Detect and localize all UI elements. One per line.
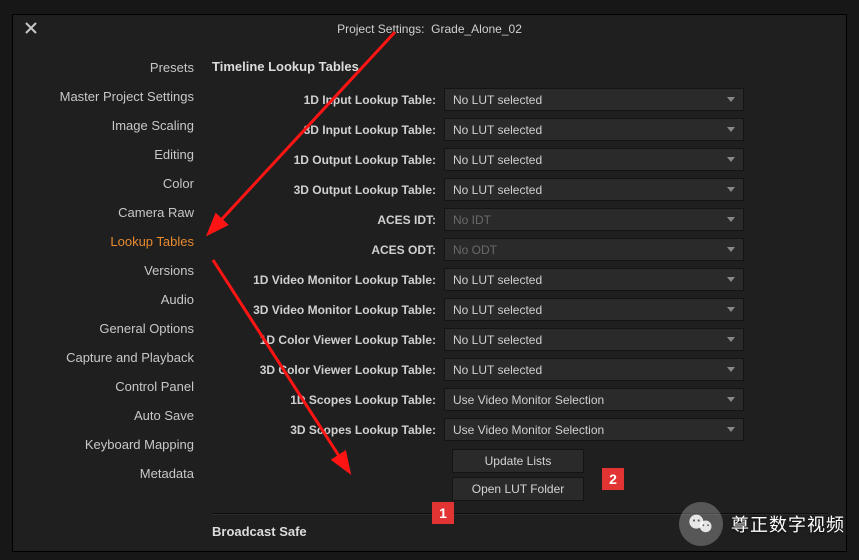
dropdown-value: Use Video Monitor Selection — [453, 423, 604, 437]
lut-row: 1D Color Viewer Lookup Table: No LUT sele… — [212, 328, 828, 351]
row-label: 3D Scopes Lookup Table: — [212, 423, 444, 437]
annotation-badge-2: 2 — [602, 468, 624, 490]
lut-row: ACES IDT: No IDT — [212, 208, 828, 231]
lut-dropdown[interactable]: No LUT selected — [444, 328, 744, 351]
sidebar-item-auto-save[interactable]: Auto Save — [13, 401, 208, 430]
lut-row: 3D Input Lookup Table: No LUT selected — [212, 118, 828, 141]
lut-row: 1D Scopes Lookup Table: Use Video Monitor… — [212, 388, 828, 411]
sidebar-item-metadata[interactable]: Metadata — [13, 459, 208, 488]
sidebar-item-color[interactable]: Color — [13, 169, 208, 198]
dropdown-value: No LUT selected — [453, 93, 542, 107]
row-label: 1D Color Viewer Lookup Table: — [212, 333, 444, 347]
sidebar-item-control-panel[interactable]: Control Panel — [13, 372, 208, 401]
chevron-down-icon — [727, 217, 735, 222]
chevron-down-icon — [727, 427, 735, 432]
sidebar-item-general-options[interactable]: General Options — [13, 314, 208, 343]
chevron-down-icon — [727, 367, 735, 372]
row-label: 3D Video Monitor Lookup Table: — [212, 303, 444, 317]
chevron-down-icon — [727, 127, 735, 132]
chevron-down-icon — [727, 397, 735, 402]
row-label: 1D Video Monitor Lookup Table: — [212, 273, 444, 287]
dropdown-value: No LUT selected — [453, 303, 542, 317]
chevron-down-icon — [727, 187, 735, 192]
dropdown-value: No LUT selected — [453, 363, 542, 377]
dropdown-value: No LUT selected — [453, 153, 542, 167]
row-label: ACES IDT: — [212, 213, 444, 227]
close-icon[interactable] — [23, 20, 39, 36]
lut-dropdown[interactable]: No LUT selected — [444, 178, 744, 201]
chevron-down-icon — [727, 247, 735, 252]
row-label: 3D Color Viewer Lookup Table: — [212, 363, 444, 377]
lut-dropdown[interactable]: No LUT selected — [444, 88, 744, 111]
sidebar-item-lookup-tables[interactable]: Lookup Tables — [13, 227, 208, 256]
dropdown-value: No IDT — [453, 213, 491, 227]
dropdown-value: No LUT selected — [453, 273, 542, 287]
dropdown-value: No LUT selected — [453, 333, 542, 347]
watermark-text: 尊正数字视频 — [731, 511, 845, 537]
chevron-down-icon — [727, 337, 735, 342]
lut-row: ACES ODT: No ODT — [212, 238, 828, 261]
project-settings-window: Project Settings: Grade_Alone_02 Presets… — [12, 14, 847, 552]
row-label: 3D Input Lookup Table: — [212, 123, 444, 137]
sidebar-item-camera-raw[interactable]: Camera Raw — [13, 198, 208, 227]
lut-dropdown[interactable]: No LUT selected — [444, 358, 744, 381]
lut-dropdown[interactable]: Use Video Monitor Selection — [444, 418, 744, 441]
row-label: 1D Scopes Lookup Table: — [212, 393, 444, 407]
lut-dropdown[interactable]: No LUT selected — [444, 298, 744, 321]
watermark: 尊正数字视频 — [679, 502, 845, 546]
lut-row: 3D Color Viewer Lookup Table: No LUT sele… — [212, 358, 828, 381]
sidebar-item-keyboard-mapping[interactable]: Keyboard Mapping — [13, 430, 208, 459]
chevron-down-icon — [727, 277, 735, 282]
dropdown-value: No LUT selected — [453, 123, 542, 137]
sidebar-item-audio[interactable]: Audio — [13, 285, 208, 314]
lut-row: 3D Scopes Lookup Table: Use Video Monitor… — [212, 418, 828, 441]
row-label: ACES ODT: — [212, 243, 444, 257]
update-lists-button[interactable]: Update Lists — [452, 449, 584, 473]
chevron-down-icon — [727, 157, 735, 162]
content-panel: Timeline Lookup Tables 1D Input Lookup T… — [208, 43, 846, 551]
wechat-icon — [679, 502, 723, 546]
lut-dropdown[interactable]: No LUT selected — [444, 118, 744, 141]
sidebar-item-versions[interactable]: Versions — [13, 256, 208, 285]
row-label: 3D Output Lookup Table: — [212, 183, 444, 197]
lut-dropdown[interactable]: No LUT selected — [444, 268, 744, 291]
open-lut-folder-button[interactable]: Open LUT Folder — [452, 477, 584, 501]
lut-dropdown[interactable]: No LUT selected — [444, 148, 744, 171]
sidebar-item-capture-and-playback[interactable]: Capture and Playback — [13, 343, 208, 372]
row-label: 1D Output Lookup Table: — [212, 153, 444, 167]
lut-row: 3D Video Monitor Lookup Table: No LUT sel… — [212, 298, 828, 321]
sidebar-item-presets[interactable]: Presets — [13, 53, 208, 82]
dropdown-value: No LUT selected — [453, 183, 542, 197]
dropdown-value: No ODT — [453, 243, 497, 257]
sidebar-item-master-project-settings[interactable]: Master Project Settings — [13, 82, 208, 111]
row-label: 1D Input Lookup Table: — [212, 93, 444, 107]
project-name: Grade_Alone_02 — [431, 22, 522, 36]
lut-row: 1D Input Lookup Table: No LUT selected — [212, 88, 828, 111]
lut-dropdown: No ODT — [444, 238, 744, 261]
lut-row: 1D Output Lookup Table: No LUT selected — [212, 148, 828, 171]
chevron-down-icon — [727, 97, 735, 102]
section-title-timeline-lut: Timeline Lookup Tables — [212, 59, 828, 74]
lut-dropdown: No IDT — [444, 208, 744, 231]
chevron-down-icon — [727, 307, 735, 312]
sidebar-item-editing[interactable]: Editing — [13, 140, 208, 169]
sidebar-item-image-scaling[interactable]: Image Scaling — [13, 111, 208, 140]
lut-row: 3D Output Lookup Table: No LUT selected — [212, 178, 828, 201]
dropdown-value: Use Video Monitor Selection — [453, 393, 604, 407]
titlebar: Project Settings: Grade_Alone_02 — [13, 15, 846, 43]
lut-row: 1D Video Monitor Lookup Table: No LUT sel… — [212, 268, 828, 291]
title-prefix: Project Settings: — [337, 22, 424, 36]
annotation-badge-1: 1 — [432, 502, 454, 524]
sidebar: PresetsMaster Project SettingsImage Scal… — [13, 43, 208, 551]
lut-dropdown[interactable]: Use Video Monitor Selection — [444, 388, 744, 411]
